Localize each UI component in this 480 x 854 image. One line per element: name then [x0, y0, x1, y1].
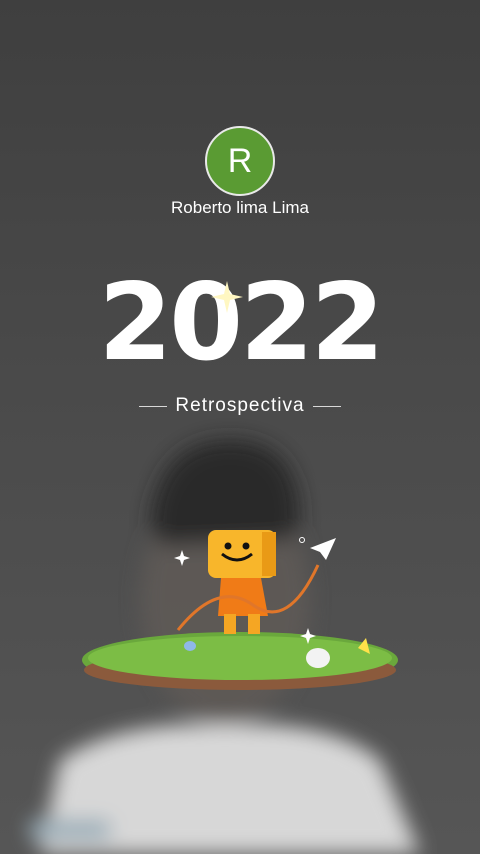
subtitle: Retrospectiva	[175, 395, 305, 416]
subtitle-row: Retrospectiva	[0, 395, 480, 417]
subtitle-divider-right	[312, 405, 341, 407]
paper-plane-icon	[310, 538, 336, 560]
avatar-initial: R	[227, 141, 253, 180]
avatar[interactable]: R	[205, 126, 275, 196]
smiley-character-icon	[208, 530, 276, 634]
user-name: Roberto lima Lima	[171, 198, 309, 217]
mascot-illustration	[82, 530, 398, 690]
sparkle-icon	[211, 281, 243, 313]
subtitle-divider-left	[139, 405, 168, 407]
